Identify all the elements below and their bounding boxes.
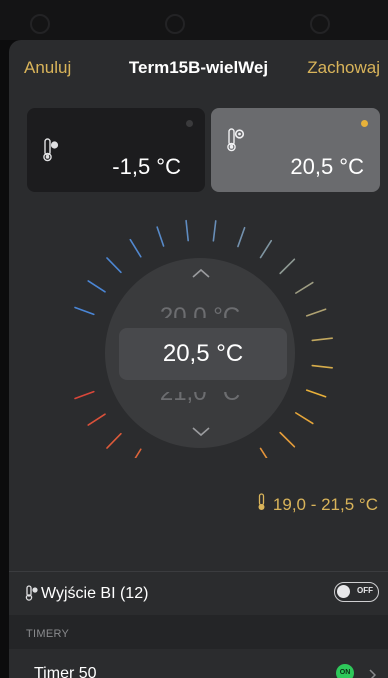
dial-tick [106,257,122,274]
chevron-right-icon[interactable] [368,668,377,678]
timer-status-badge: ON [336,664,354,678]
dial-tick [74,390,95,400]
toggle-knob [337,585,350,598]
dial-tick [129,238,142,258]
dial-tick [311,337,333,342]
dial-tick [87,280,106,293]
dial-tick [106,432,122,449]
dial-tick [237,226,246,248]
dial-tick [87,413,106,426]
thermometer-icon [257,493,267,516]
current-temperature-value: -1,5 °C [112,154,181,179]
dial-tick [295,281,314,294]
toggle-state-label: OFF [357,586,373,595]
output-label: Wyjście BI (12) [41,585,149,602]
dial-tick [305,389,327,398]
globe-icon [165,14,185,34]
dial-tick [279,431,296,448]
thermostat-sheet: Anuluj Term15B-wielWej Zachowaj -1,5 °C [9,40,388,678]
status-dot [186,120,193,127]
timers-section-title: TIMERY [26,628,70,640]
thermometer-output-icon [25,585,39,606]
temperature-range: 19,0 - 21,5 °C [257,493,378,516]
dial-tick [279,258,296,275]
dial-tick [134,448,142,458]
timer-name: Timer 50 [34,665,97,678]
dial-tick [185,219,189,242]
dial-tick [305,308,327,317]
dial-tick [156,226,165,247]
next-value: 21,0 °C [159,392,241,406]
sheet-header: Anuluj Term15B-wielWej Zachowaj [9,40,388,96]
setpoint-temperature-value: 20,5 °C [290,154,364,179]
thermometer-icon [43,138,59,167]
status-dot [361,120,368,127]
dial-tick [212,220,217,242]
dial-tick [74,306,95,316]
output-row[interactable]: Wyjście BI (12) OFF [9,572,388,614]
timer-row[interactable]: Timer 50 ON [9,649,388,678]
chevron-down-icon[interactable] [191,425,211,443]
speaker-icon [310,14,330,34]
dial-tick [295,412,314,425]
output-toggle[interactable]: OFF [334,582,379,602]
power-icon [30,14,50,34]
dial-tick [311,364,333,369]
setpoint-temperature-card[interactable]: 20,5 °C [211,108,380,192]
thermometer-setpoint-icon [227,128,245,157]
temperature-range-text: 19,0 - 21,5 °C [272,494,378,514]
previous-value: 20,0 °C [159,303,241,318]
current-temperature-card[interactable]: -1,5 °C [27,108,205,192]
background-app-bar [0,0,388,40]
dial-tick [259,447,268,458]
selected-temperature-value[interactable]: 20,5 °C [119,328,287,380]
dial-tick [259,239,273,259]
chevron-up-icon[interactable] [191,266,211,284]
timers-section-header: TIMERY [9,615,388,649]
save-button[interactable]: Zachowaj [307,58,380,78]
